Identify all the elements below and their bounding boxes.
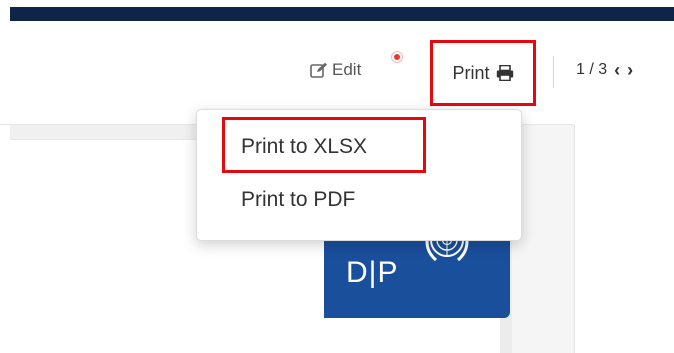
print-to-pdf-item[interactable]: Print to PDF [241,188,355,212]
print-label: Print [452,62,490,83]
logo-text: D|P [346,256,399,289]
xlsx-highlight-box [222,117,426,173]
chevron-right-icon[interactable]: › [627,61,633,79]
page-navigator: 1 / 3 ‹ › [576,61,633,79]
edit-button[interactable]: Edit [310,60,361,80]
navy-banner [10,7,674,21]
notification-dot [391,51,403,63]
right-panel [574,125,674,353]
print-button[interactable]: Print [430,40,536,106]
toolbar-separator [553,56,554,88]
edit-label: Edit [332,60,362,79]
top-header-bar [0,0,674,22]
printer-icon [496,65,513,81]
page-indicator: 1 / 3 [576,61,608,78]
chevron-left-icon[interactable]: ‹ [614,61,620,79]
edit-icon [310,62,327,78]
